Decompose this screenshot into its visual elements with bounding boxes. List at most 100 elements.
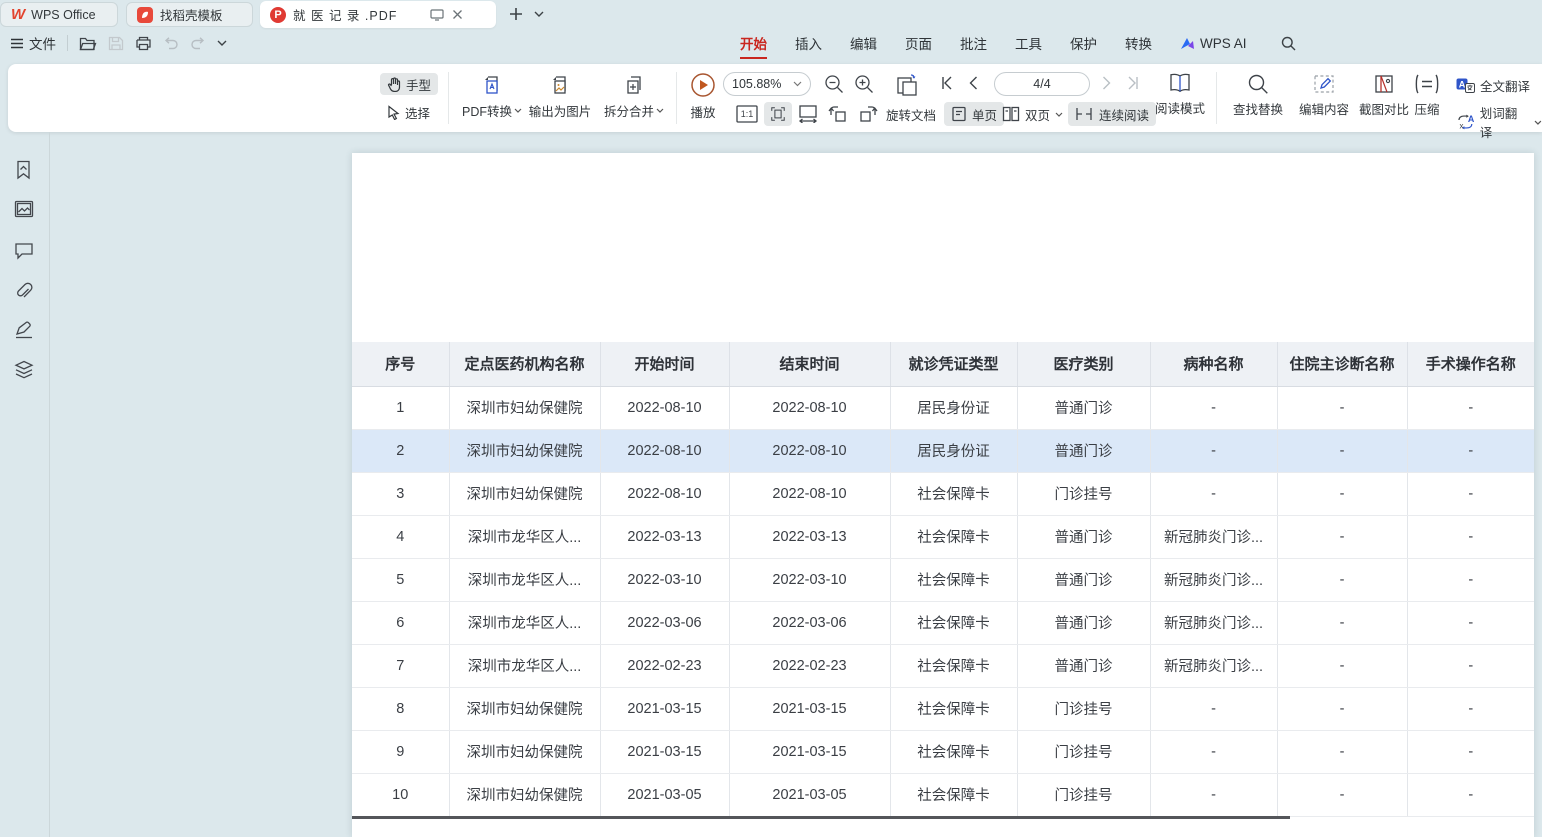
table-cell: 深圳市妇幼保健院 bbox=[449, 773, 600, 816]
select-tool-button[interactable]: 选择 bbox=[380, 101, 437, 123]
compress-button[interactable]: 压缩 bbox=[1406, 73, 1448, 118]
menu-convert[interactable]: 转换 bbox=[1125, 29, 1152, 57]
more-actions-chevron-icon[interactable] bbox=[217, 40, 227, 46]
pdf-page[interactable]: 序号定点医药机构名称开始时间结束时间就诊凭证类型医疗类别病种名称住院主诊断名称手… bbox=[352, 153, 1534, 837]
table-cell: 门诊挂号 bbox=[1017, 730, 1150, 773]
table-row: 9深圳市妇幼保健院2021-03-152021-03-15社会保障卡门诊挂号--… bbox=[352, 730, 1534, 773]
full-translate-icon: A bbox=[1456, 78, 1475, 93]
redo-icon[interactable] bbox=[190, 37, 206, 50]
comment-panel-icon[interactable] bbox=[14, 242, 34, 260]
table-cell: - bbox=[1277, 386, 1407, 429]
search-icon bbox=[1247, 73, 1269, 95]
table-cell: 4 bbox=[352, 515, 449, 558]
book-icon bbox=[1168, 72, 1192, 94]
menu-protect[interactable]: 保护 bbox=[1070, 29, 1097, 57]
tab-docer-templates[interactable]: 找稻壳模板 bbox=[126, 2, 253, 27]
chevron-down-icon bbox=[1534, 120, 1542, 125]
double-page-button[interactable]: 双页 bbox=[1002, 102, 1063, 126]
file-menu-label: 文件 bbox=[29, 33, 56, 53]
table-cell: 2022-08-10 bbox=[729, 429, 890, 472]
first-page-button[interactable] bbox=[940, 76, 954, 90]
menu-edit[interactable]: 编辑 bbox=[850, 29, 877, 57]
rotate-document-button[interactable]: 旋转文档 bbox=[886, 102, 936, 126]
edit-content-icon bbox=[1312, 73, 1336, 95]
table-cell: 2022-03-13 bbox=[729, 515, 890, 558]
tab-list-chevron-icon[interactable] bbox=[528, 3, 550, 25]
screenshot-compare-button[interactable]: 截图对比 bbox=[1354, 73, 1414, 118]
menu-comment[interactable]: 批注 bbox=[960, 29, 987, 57]
table-cell: 3 bbox=[352, 472, 449, 515]
new-tab-button[interactable] bbox=[505, 3, 527, 25]
close-tab-icon[interactable] bbox=[452, 9, 463, 20]
table-cell: 2022-03-13 bbox=[600, 515, 729, 558]
tab-document-pdf[interactable]: P 就 医 记 录 .PDF bbox=[260, 1, 496, 28]
page-organize-icon[interactable] bbox=[894, 72, 920, 98]
thumbnail-panel-icon[interactable] bbox=[14, 200, 34, 218]
fit-width-button[interactable] bbox=[798, 102, 818, 126]
find-replace-button[interactable]: 查找替换 bbox=[1222, 73, 1294, 118]
table-cell: - bbox=[1277, 687, 1407, 730]
menu-search-icon[interactable] bbox=[1281, 36, 1296, 51]
menu-home[interactable]: 开始 bbox=[740, 29, 767, 57]
table-header-cell: 开始时间 bbox=[600, 342, 729, 386]
hand-tool-button[interactable]: 手型 bbox=[380, 73, 438, 95]
save-icon[interactable] bbox=[108, 36, 124, 51]
tab-wps-home[interactable]: W WPS Office bbox=[0, 2, 118, 27]
last-page-button[interactable] bbox=[1126, 76, 1140, 90]
menu-page[interactable]: 页面 bbox=[905, 29, 932, 57]
open-file-icon[interactable] bbox=[79, 36, 97, 51]
wps-ai-button[interactable]: WPS AI bbox=[1180, 36, 1247, 51]
table-cell: 2022-03-06 bbox=[600, 601, 729, 644]
split-screen-icon[interactable] bbox=[430, 9, 444, 21]
rotate-right-icon[interactable] bbox=[858, 102, 878, 126]
pdf-convert-button[interactable]: PDF转换 bbox=[454, 73, 530, 120]
table-cell: - bbox=[1277, 644, 1407, 687]
table-cell: 普通门诊 bbox=[1017, 601, 1150, 644]
layers-panel-icon[interactable] bbox=[14, 360, 34, 380]
file-menu-button[interactable]: 文件 bbox=[10, 33, 56, 53]
table-cell: - bbox=[1407, 687, 1534, 730]
word-translate-button[interactable]: x A 划词翻译 bbox=[1456, 103, 1542, 141]
table-cell: 10 bbox=[352, 773, 449, 816]
full-translate-button[interactable]: A 全文翻译 bbox=[1456, 76, 1542, 95]
pdf-logo-icon: P bbox=[270, 7, 286, 23]
previous-page-button[interactable] bbox=[968, 76, 978, 90]
zoom-out-button[interactable] bbox=[824, 74, 844, 94]
zoom-in-button[interactable] bbox=[854, 74, 874, 94]
signature-panel-icon[interactable] bbox=[14, 320, 34, 341]
zoom-level-select[interactable]: 105.88% bbox=[723, 72, 811, 96]
export-image-button[interactable]: 输出为图片 bbox=[520, 73, 600, 120]
continuous-read-button[interactable]: 连续阅读 bbox=[1068, 102, 1156, 126]
rotate-left-icon[interactable] bbox=[828, 102, 848, 126]
menu-insert[interactable]: 插入 bbox=[795, 29, 822, 57]
table-header-cell: 医疗类别 bbox=[1017, 342, 1150, 386]
bookmark-panel-icon[interactable] bbox=[14, 160, 33, 180]
table-header-cell: 结束时间 bbox=[729, 342, 890, 386]
table-cell: 9 bbox=[352, 730, 449, 773]
split-merge-button[interactable]: 拆分合并 bbox=[596, 73, 672, 120]
print-icon[interactable] bbox=[135, 36, 152, 51]
single-page-button[interactable]: 单页 bbox=[944, 102, 1004, 126]
table-cell: - bbox=[1277, 773, 1407, 816]
play-button[interactable]: 播放 bbox=[684, 72, 722, 121]
next-page-button[interactable] bbox=[1102, 76, 1112, 90]
page-indicator-value: 4/4 bbox=[1033, 77, 1050, 91]
table-cell: - bbox=[1407, 644, 1534, 687]
page-indicator-input[interactable]: 4/4 bbox=[994, 72, 1090, 96]
fit-page-button[interactable] bbox=[764, 102, 792, 126]
table-cell: 新冠肺炎门诊... bbox=[1150, 515, 1277, 558]
menu-tools[interactable]: 工具 bbox=[1015, 29, 1042, 57]
table-cell: - bbox=[1150, 730, 1277, 773]
table-cell: - bbox=[1407, 730, 1534, 773]
table-cell: 5 bbox=[352, 558, 449, 601]
table-cell: - bbox=[1277, 472, 1407, 515]
table-cell: 2022-08-10 bbox=[600, 472, 729, 515]
table-cell: 2021-03-15 bbox=[729, 687, 890, 730]
table-header-cell: 病种名称 bbox=[1150, 342, 1277, 386]
edit-content-button[interactable]: 编辑内容 bbox=[1294, 73, 1354, 118]
cursor-icon bbox=[387, 105, 400, 120]
actual-size-button[interactable]: 1:1 bbox=[736, 102, 758, 126]
read-mode-button[interactable]: 阅读模式 bbox=[1152, 72, 1208, 117]
undo-icon[interactable] bbox=[163, 37, 179, 50]
attachment-panel-icon[interactable] bbox=[14, 282, 34, 302]
